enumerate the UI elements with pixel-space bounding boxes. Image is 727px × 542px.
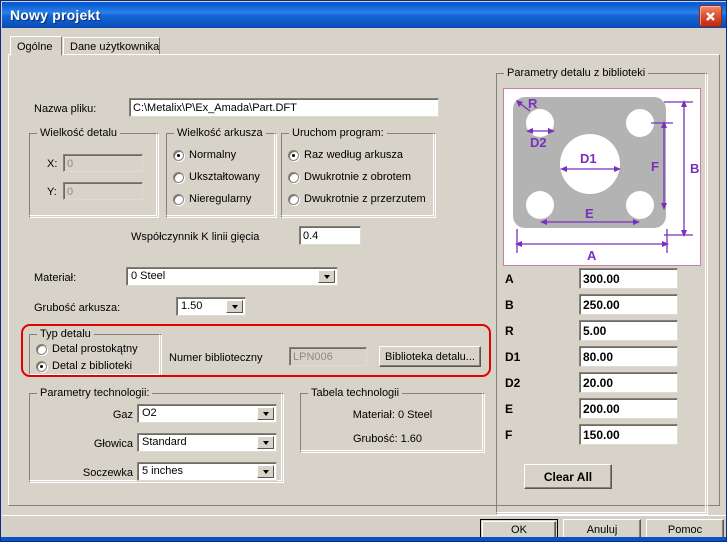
library-number-label: Numer biblioteczny xyxy=(169,352,263,364)
radio-dot xyxy=(288,150,299,161)
radio-run-twice-rotate[interactable]: Dwukrotnie z obrotem xyxy=(288,171,433,185)
dim-label-d1: D1 xyxy=(505,350,521,364)
radio-label: Detal prostokątny xyxy=(52,343,138,355)
file-name-label: Nazwa pliku: xyxy=(34,103,97,115)
clear-all-button[interactable]: Clear All xyxy=(524,464,612,489)
radio-dot xyxy=(36,344,47,355)
radio-run-twice-flip[interactable]: Dwukrotnie z przerzutem xyxy=(288,193,438,207)
dim-label-f: F xyxy=(505,428,513,442)
thickness-combo[interactable]: 1.50 xyxy=(176,297,246,316)
group-part-size: Wielkość detalu xyxy=(29,127,159,218)
group-tech-params-title: Parametry technologii: xyxy=(37,387,153,399)
dim-input-d1[interactable]: 80.00 xyxy=(579,346,678,367)
radio-part-rect[interactable]: Detal prostokątny xyxy=(36,343,156,357)
tech-gas-label: Gaz xyxy=(112,409,133,421)
library-number-input[interactable]: LPN006 xyxy=(289,347,367,366)
dim-label-b: B xyxy=(505,298,514,312)
k-factor-label: Współczynnik K linii gięcia xyxy=(131,231,260,243)
radio-part-library[interactable]: Detal z biblioteki xyxy=(36,360,156,374)
dim-label-B: B xyxy=(690,161,699,176)
radio-label: Dwukrotnie z obrotem xyxy=(304,171,411,183)
part-size-x-label: X: xyxy=(47,158,58,170)
group-sheet-size-title: Wielkość arkusza xyxy=(174,127,266,139)
dim-input-e[interactable]: 200.00 xyxy=(579,398,678,419)
close-icon[interactable] xyxy=(699,5,722,27)
part-diagram-svg: R D2 D1 F B E A xyxy=(513,96,699,263)
group-run-program-title: Uruchom program: xyxy=(289,127,387,139)
radio-sheet-nieregularny[interactable]: Nieregularny xyxy=(173,193,273,207)
dialog-client-area: Ogólne Dane użytkownika Nazwa pliku: C:\… xyxy=(2,28,726,515)
window-title: Nowy projekt xyxy=(10,7,101,23)
part-size-y-label: Y: xyxy=(47,186,57,198)
material-combo-value: 0 Steel xyxy=(131,270,166,282)
chevron-down-icon[interactable] xyxy=(226,300,243,313)
tech-lens-value: 5 inches xyxy=(142,465,183,477)
dim-label-E: E xyxy=(585,206,594,221)
k-factor-input[interactable]: 0.4 xyxy=(299,226,361,245)
library-browse-button[interactable]: Biblioteka detalu... xyxy=(379,346,481,367)
dim-input-b[interactable]: 250.00 xyxy=(579,294,678,315)
tech-head-label: Głowica xyxy=(93,438,133,450)
tab-dane-uzytkownika[interactable]: Dane użytkownika xyxy=(63,37,160,55)
chevron-down-icon[interactable] xyxy=(257,436,274,449)
radio-label: Detal z biblioteki xyxy=(52,360,133,372)
tech-lens-label: Soczewka xyxy=(82,467,133,479)
close-x-glyph xyxy=(706,11,715,21)
material-combo[interactable]: 0 Steel xyxy=(126,267,338,286)
dim-label-D2: D2 xyxy=(530,135,547,150)
dim-input-r[interactable]: 5.00 xyxy=(579,320,678,341)
group-part-size-title: Wielkość detalu xyxy=(37,127,121,139)
dim-label-A: A xyxy=(587,248,597,263)
radio-dot xyxy=(36,361,47,372)
material-label: Materiał: xyxy=(34,272,77,284)
dim-label-R: R xyxy=(528,96,538,111)
radio-label: Normalny xyxy=(189,149,237,161)
radio-sheet-uksztaltowany[interactable]: Ukształtowany xyxy=(173,171,273,185)
dim-label-a: A xyxy=(505,272,514,286)
radio-dot xyxy=(173,172,184,183)
file-name-input[interactable]: C:\Metalix\P\Ex_Amada\Part.DFT xyxy=(129,98,439,117)
dialog-window: Nowy projekt Ogólne Dane użytkownika Naz… xyxy=(0,0,727,542)
tech-gas-value: O2 xyxy=(142,407,157,419)
radio-sheet-normalny[interactable]: Normalny xyxy=(173,149,273,163)
dim-label-F: F xyxy=(651,159,659,174)
chevron-down-icon[interactable] xyxy=(318,270,335,283)
radio-dot xyxy=(288,172,299,183)
part-size-x-input[interactable]: 0 xyxy=(63,154,143,172)
chevron-down-icon[interactable] xyxy=(257,407,274,420)
dim-label-d2: D2 xyxy=(505,376,521,390)
dim-input-d2[interactable]: 20.00 xyxy=(579,372,678,393)
radio-label: Dwukrotnie z przerzutem xyxy=(304,193,426,205)
tech-table-material: Materiał: 0 Steel xyxy=(352,409,433,421)
dim-label-D1: D1 xyxy=(580,151,597,166)
tab-panel-general: Nazwa pliku: C:\Metalix\P\Ex_Amada\Part.… xyxy=(8,54,720,515)
tech-gas-combo[interactable]: O2 xyxy=(137,404,277,423)
radio-dot xyxy=(173,194,184,205)
tech-lens-combo[interactable]: 5 inches xyxy=(137,462,277,481)
title-bar: Nowy projekt xyxy=(2,2,726,28)
thickness-label: Grubość arkusza: xyxy=(34,302,121,314)
radio-label: Nieregularny xyxy=(189,193,252,205)
part-preview: R D2 D1 F B E A xyxy=(503,88,701,266)
group-tech-table-title: Tabela technologii xyxy=(308,387,403,399)
tech-head-value: Standard xyxy=(142,436,187,448)
tech-head-combo[interactable]: Standard xyxy=(137,433,277,452)
group-library-part-title: Parametry detalu z biblioteki xyxy=(504,67,649,79)
tab-ogolne[interactable]: Ogólne xyxy=(10,36,62,56)
group-part-type-title: Typ detalu xyxy=(37,328,94,340)
dim-input-a[interactable]: 300.00 xyxy=(579,268,678,289)
dim-label-r: R xyxy=(505,324,514,338)
radio-dot xyxy=(173,150,184,161)
radio-run-once[interactable]: Raz według arkusza xyxy=(288,149,433,163)
radio-label: Ukształtowany xyxy=(189,171,260,183)
thickness-combo-value: 1.50 xyxy=(181,300,203,312)
dim-label-e: E xyxy=(505,402,514,416)
chevron-down-icon[interactable] xyxy=(257,465,274,478)
radio-label: Raz według arkusza xyxy=(304,149,404,161)
tech-table-thickness: Grubość: 1.60 xyxy=(352,433,423,445)
window-bottom-border xyxy=(1,537,726,541)
part-size-y-input[interactable]: 0 xyxy=(63,182,143,200)
radio-dot xyxy=(288,194,299,205)
dim-input-f[interactable]: 150.00 xyxy=(579,424,678,445)
